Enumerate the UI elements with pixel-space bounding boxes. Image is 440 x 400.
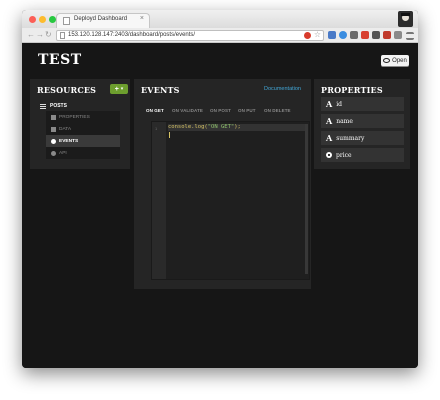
property-item-name[interactable]: A name [321,114,404,128]
string-type-icon: A [326,116,333,126]
open-button[interactable]: Open [381,55,409,66]
extension-icon[interactable] [339,31,347,39]
editor-scrollbar[interactable] [305,124,308,274]
line-number: 1 [155,126,158,131]
property-name: id [336,100,342,108]
grid-icon [51,126,56,132]
menu-icon[interactable] [406,32,414,40]
info-icon [51,150,56,156]
tab-on-validate[interactable]: ON VALIDATE [172,108,203,113]
page-icon [60,32,65,39]
maximize-window-icon[interactable] [49,16,56,23]
stop-icon[interactable] [304,32,311,39]
extension-icon[interactable] [328,31,336,39]
property-item-summary[interactable]: A summary [321,131,404,145]
property-item-id[interactable]: A id [321,97,404,111]
number-type-icon [326,152,332,158]
property-name: summary [336,134,365,142]
plus-icon: + [114,85,119,93]
info-icon [51,138,56,144]
code-end: ); [234,124,241,130]
subnav-item-label: PROPERTIES [59,114,90,120]
tab-on-put[interactable]: ON PUT [238,108,256,113]
minimize-window-icon[interactable] [39,16,46,23]
open-button-label: Open [392,57,407,64]
tab-title: Deployd Dashboard [74,16,128,22]
extension-icon[interactable] [383,31,391,39]
extension-icon[interactable] [394,31,402,39]
browser-window: Deployd Dashboard × ← → ↻ 153.120.128.14… [22,10,418,368]
tab-on-post[interactable]: ON POST [210,108,231,113]
documentation-link[interactable]: Documentation [264,86,301,92]
reload-icon[interactable]: ↻ [45,30,52,40]
text-cursor [169,132,170,138]
app-title: TEST [38,52,82,68]
url-text: 153.120.128.147:2403/dashboard/posts/eve… [68,32,196,38]
back-arrow-icon[interactable]: ← [27,30,35,40]
tab-close-icon[interactable]: × [140,15,144,22]
eye-icon [383,58,391,63]
code-call: console.log( [168,124,208,130]
string-type-icon: A [326,133,333,143]
properties-panel: PROPERTIES A id A name A summary price [314,79,410,169]
property-name: price [336,151,352,159]
add-resource-button[interactable]: + ▾ [110,84,128,94]
tab-on-get[interactable]: ON GET [146,108,164,113]
url-input[interactable]: 153.120.128.147:2403/dashboard/posts/eve… [56,30,324,41]
forward-arrow-icon[interactable]: → [36,30,44,40]
events-panel: EVENTS Documentation ON GET ON VALIDATE … [134,79,311,289]
property-item-price[interactable]: price [321,148,404,162]
close-window-icon[interactable] [29,16,36,23]
dashboard: TEST Open RESOURCES + ▾ POSTS PROPERTIES [22,43,418,368]
editor-gutter: 1 [152,122,166,279]
extension-icon[interactable] [350,31,358,39]
browser-titlebar: Deployd Dashboard × [22,10,418,28]
string-type-icon: A [326,99,333,109]
subnav-item-api[interactable]: API [46,147,120,159]
code-line: console.log("ON GET"); [168,124,306,131]
tab-on-delete[interactable]: ON DELETE [264,108,291,113]
code-string: "ON GET" [207,124,235,130]
subnav-item-data[interactable]: DATA [46,123,120,135]
subnav-item-label: DATA [59,126,72,132]
bookmark-star-icon[interactable]: ☆ [314,30,321,39]
list-icon [40,103,46,109]
subnav-item-properties[interactable]: PROPERTIES [46,111,120,123]
extension-icon[interactable] [372,31,380,39]
subnav-item-label: API [59,150,67,156]
property-name: name [336,117,353,125]
page-icon [63,17,70,25]
code-editor[interactable]: 1 console.log("ON GET"); [151,121,310,280]
properties-title: PROPERTIES [321,85,383,95]
resource-posts-label: POSTS [50,103,67,109]
events-title: EVENTS [141,85,180,95]
profile-avatar-icon[interactable] [398,11,413,27]
resources-panel: RESOURCES + ▾ POSTS PROPERTIES DATA EVEN… [30,79,130,169]
grid-icon [51,114,56,120]
extension-icon[interactable] [361,31,369,39]
browser-toolbar: ← → ↻ 153.120.128.147:2403/dashboard/pos… [22,28,418,43]
resource-posts[interactable]: POSTS [40,103,67,109]
subnav-item-label: EVENTS [59,138,79,144]
browser-tab[interactable]: Deployd Dashboard × [56,13,150,28]
chevron-down-icon: ▾ [120,86,124,92]
subnav-item-events[interactable]: EVENTS [46,135,120,147]
resources-title: RESOURCES [37,85,97,95]
resource-subnav: PROPERTIES DATA EVENTS API [46,111,120,159]
